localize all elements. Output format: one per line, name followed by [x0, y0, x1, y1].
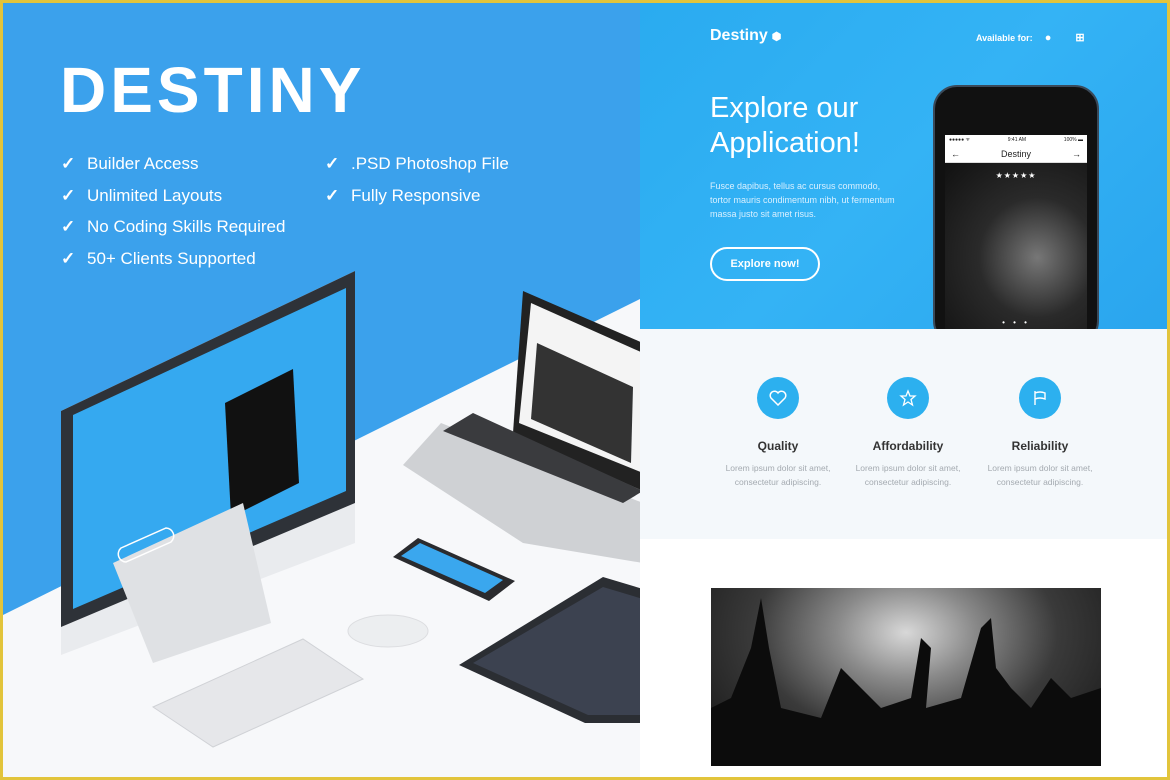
- feature-item: ✓ Fully Responsive: [325, 186, 480, 206]
- feature-quality: Quality Lorem ipsum dolor sit amet, cons…: [713, 329, 843, 489]
- star-icon: [887, 377, 929, 419]
- carrier: ●●●●● ᯤ: [949, 137, 971, 143]
- email-template-preview: Destiny ⬢ Available for: ● ⊞ Explore our A…: [640, 3, 1167, 777]
- status-bar: ●●●●● ᯤ 9:41 AM 100% ▬: [945, 135, 1087, 145]
- hero-description: Fusce dapibus, tellus ac cursus commodo,…: [710, 181, 895, 219]
- check-icon: ✓: [61, 154, 76, 173]
- concert-crowd-photo: [711, 588, 1101, 766]
- feature-item: ✓ No Coding Skills Required: [61, 217, 285, 237]
- hero-section: Destiny ⬢ Available for: ● ⊞ Explore our A…: [640, 3, 1167, 345]
- mouse: [347, 614, 429, 648]
- forward-arrow-icon[interactable]: →: [1072, 149, 1081, 159]
- check-icon: ✓: [61, 186, 76, 205]
- device-showcase-panel: DESTINY ✓ Builder Access ✓ Unlimited Layou…: [3, 3, 640, 777]
- feature-item: ✓ 50+ Clients Supported: [61, 249, 256, 269]
- feature-desc: Lorem ipsum dolor sit amet, consectetur …: [725, 463, 831, 487]
- feature-title: Affordability: [872, 439, 944, 453]
- feature-title: Quality: [757, 439, 799, 453]
- hero-title-line: Explore our: [710, 92, 859, 124]
- feature-label: Fully Responsive: [351, 186, 481, 205]
- feature-affordability: Affordability Lorem ipsum dolor sit amet…: [843, 329, 973, 489]
- feature-reliability: Reliability Lorem ipsum dolor sit amet, …: [975, 329, 1105, 489]
- feature-item: ✓ .PSD Photoshop File: [325, 154, 509, 174]
- android-icon[interactable]: ●: [1045, 32, 1052, 44]
- battery: 100% ▬: [1063, 137, 1083, 143]
- check-icon: ✓: [61, 249, 76, 268]
- feature-label: 50+ Clients Supported: [87, 249, 256, 268]
- check-icon: ✓: [325, 154, 340, 173]
- feature-desc: Lorem ipsum dolor sit amet, consectetur …: [855, 463, 961, 487]
- feature-label: Builder Access: [87, 154, 199, 173]
- check-icon: ✓: [325, 186, 340, 205]
- crowd-silhouette: [711, 598, 1101, 766]
- phone-title: Destiny: [1000, 148, 1031, 159]
- concert-image: [945, 163, 1087, 335]
- feature-label: Unlimited Layouts: [87, 186, 223, 205]
- hero-title: Explore our Application!: [710, 91, 860, 161]
- feature-item: ✓ Builder Access: [61, 154, 199, 174]
- rating-stars: ★★★★★: [995, 171, 1037, 180]
- feature-label: No Coding Skills Required: [87, 217, 286, 236]
- phone-nav: ← Destiny →: [945, 145, 1087, 163]
- cube-logo-icon: ⬢: [771, 30, 782, 43]
- explore-now-button[interactable]: Explore now!: [710, 247, 820, 281]
- showcase: DESTINY ✓ Builder Access ✓ Unlimited Layou…: [3, 3, 1167, 777]
- feature-desc: Lorem ipsum dolor sit amet, consectetur …: [987, 463, 1093, 487]
- logo[interactable]: Destiny ⬢: [710, 27, 781, 45]
- check-icon: ✓: [61, 217, 76, 236]
- hero-title-line: Application!: [710, 127, 860, 159]
- brand-title: DESTINY: [60, 54, 366, 126]
- available-for: Available for: ● ⊞: [976, 31, 1085, 45]
- back-arrow-icon[interactable]: ←: [951, 149, 960, 159]
- logo-text: Destiny: [710, 27, 768, 44]
- feature-item: ✓ Unlimited Layouts: [61, 186, 222, 206]
- heart-icon: [757, 377, 799, 419]
- flag-icon: [1019, 377, 1061, 419]
- available-label: Available for:: [976, 32, 1033, 43]
- feature-label: .PSD Photoshop File: [351, 154, 509, 173]
- feature-title: Reliability: [1011, 439, 1069, 453]
- carousel-dots[interactable]: • • •: [945, 318, 1087, 327]
- features-section: Quality Lorem ipsum dolor sit amet, cons…: [640, 329, 1167, 539]
- windows-icon[interactable]: ⊞: [1075, 31, 1084, 44]
- phone-mockup: ●●●●● ᯤ 9:41 AM 100% ▬ ← Destiny → ★★★★★ • •…: [933, 85, 1099, 345]
- time: 9:41 AM: [1007, 137, 1027, 143]
- phone-screen: ●●●●● ᯤ 9:41 AM 100% ▬ ← Destiny → ★★★★★ • •…: [945, 135, 1087, 335]
